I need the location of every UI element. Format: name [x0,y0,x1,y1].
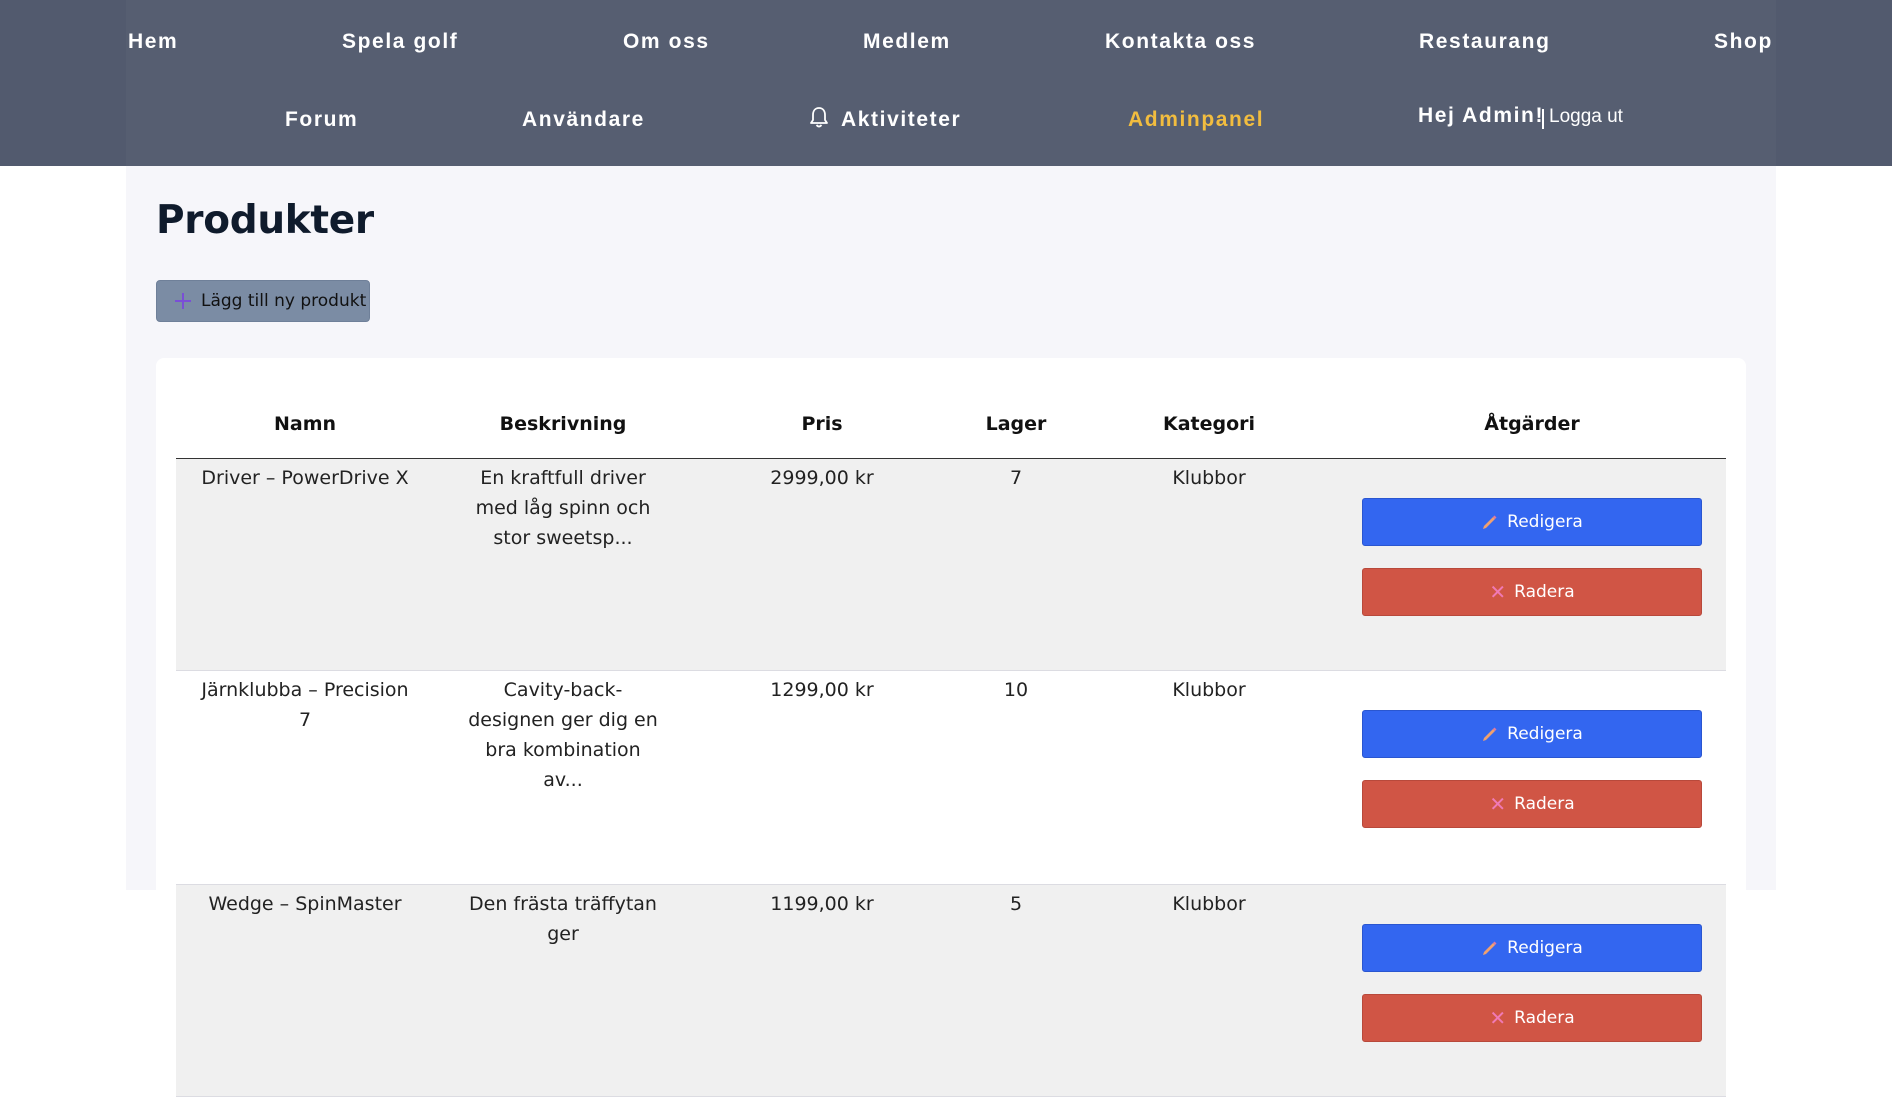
pencil-icon [1483,941,1497,955]
cell-category: Klubbor [1080,670,1338,885]
pencil-icon [1483,515,1497,529]
nav-om-oss[interactable]: Om oss [623,30,710,54]
cell-category: Klubbor [1080,884,1338,1097]
col-header-beskrivning[interactable]: Beskrivning [434,390,692,459]
close-icon: ✕ [1489,792,1507,816]
delete-label: Radera [1514,1008,1575,1028]
delete-button[interactable]: ✕ Radera [1362,994,1702,1042]
add-product-label: Lägg till ny produkt [201,291,367,311]
delete-button[interactable]: ✕ Radera [1362,568,1702,616]
table-row: Driver – PowerDrive X En kraftfull drive… [176,458,1726,671]
col-header-lager[interactable]: Lager [952,390,1080,459]
edit-label: Redigera [1507,938,1583,958]
logout-link[interactable]: Logga ut [1549,106,1623,128]
page-title: Produkter [156,198,374,243]
navbar-container [126,0,1776,166]
products-table: Namn Beskrivning Pris Lager Kategori Åtg… [176,390,1726,1097]
nav-aktiviteter[interactable]: Aktiviteter [809,106,961,134]
nav-forum[interactable]: Forum [285,108,358,132]
cell-stock: 5 [952,884,1080,1097]
cell-price: 2999,00 kr [692,458,952,671]
edit-label: Redigera [1507,724,1583,744]
nav-anvandare[interactable]: Användare [522,108,645,132]
logout-separator [1542,109,1544,129]
close-icon: ✕ [1489,1006,1507,1030]
cell-stock: 7 [952,458,1080,671]
nav-kontakta-oss[interactable]: Kontakta oss [1105,30,1256,54]
cell-description: Den frästa träffytan ger [434,884,692,1097]
nav-aktiviteter-label: Aktiviteter [841,108,962,131]
nav-medlem[interactable]: Medlem [863,30,951,54]
nav-spela-golf[interactable]: Spela golf [342,30,458,54]
cell-description: Cavity-back-designen ger dig en bra komb… [434,670,692,885]
cell-name: Järnklubba – Precision 7 [176,670,434,885]
col-header-kategori[interactable]: Kategori [1080,390,1338,459]
edit-label: Redigera [1507,512,1583,532]
cell-actions: Redigera ✕ Radera [1338,884,1726,1097]
cell-name: Wedge – SpinMaster [176,884,434,1097]
delete-label: Radera [1514,582,1575,602]
add-product-button[interactable]: Lägg till ny produkt [156,280,370,322]
cell-price: 1299,00 kr [692,670,952,885]
delete-button[interactable]: ✕ Radera [1362,780,1702,828]
cell-price: 1199,00 kr [692,884,952,1097]
plus-icon [173,291,193,311]
greeting: Hej Admin! [1418,104,1545,127]
table-row: Järnklubba – Precision 7 Cavity-back-des… [176,670,1726,885]
cell-category: Klubbor [1080,458,1338,671]
cell-stock: 10 [952,670,1080,885]
col-header-pris[interactable]: Pris [692,390,952,459]
cell-actions: Redigera ✕ Radera [1338,458,1726,671]
col-header-atgarder: Åtgärder [1338,390,1726,459]
close-icon: ✕ [1489,580,1507,604]
nav-hem[interactable]: Hem [128,30,178,54]
edit-button[interactable]: Redigera [1362,924,1702,972]
delete-label: Radera [1514,794,1575,814]
col-header-namn[interactable]: Namn [176,390,434,459]
nav-restaurang[interactable]: Restaurang [1419,30,1551,54]
pencil-icon [1483,727,1497,741]
bell-icon [809,106,829,134]
table-row: Wedge – SpinMaster Den frästa träffytan … [176,884,1726,1097]
cell-description: En kraftfull driver med låg spinn och st… [434,458,692,671]
edit-button[interactable]: Redigera [1362,498,1702,546]
cell-actions: Redigera ✕ Radera [1338,670,1726,885]
nav-adminpanel[interactable]: Adminpanel [1128,108,1264,132]
nav-shop[interactable]: Shop [1714,30,1773,54]
table-header-row: Namn Beskrivning Pris Lager Kategori Åtg… [176,390,1726,459]
edit-button[interactable]: Redigera [1362,710,1702,758]
cell-name: Driver – PowerDrive X [176,458,434,671]
